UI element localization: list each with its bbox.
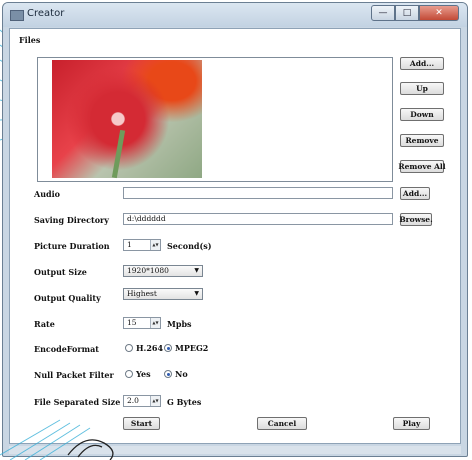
rate-label: Rate bbox=[34, 319, 55, 329]
output-quality-value: Highest bbox=[127, 289, 157, 298]
rate-value: 15 bbox=[127, 318, 137, 327]
maximize-icon: □ bbox=[402, 8, 412, 18]
audio-add-button[interactable]: Add... bbox=[400, 187, 430, 200]
flower-stem bbox=[111, 129, 126, 179]
rate-unit: Mpbs bbox=[167, 319, 192, 329]
radio-selected-icon bbox=[164, 344, 172, 352]
output-quality-select[interactable]: Highest ▼ bbox=[123, 288, 203, 300]
minimize-button[interactable]: — bbox=[371, 5, 395, 21]
picture-duration-label: Picture Duration bbox=[34, 241, 110, 251]
client-area: Files Add... Up Down Remove Remove All A… bbox=[9, 28, 461, 444]
null-packet-yes-radio[interactable]: Yes bbox=[125, 369, 151, 379]
radio-selected-icon bbox=[164, 370, 172, 378]
encode-format-label: EncodeFormat bbox=[34, 344, 99, 354]
null-packet-no-radio[interactable]: No bbox=[164, 369, 188, 379]
radio-icon bbox=[125, 370, 133, 378]
files-label: Files bbox=[19, 35, 41, 45]
title-bar[interactable]: Creator — □ ✕ bbox=[3, 3, 467, 27]
cancel-button[interactable]: Cancel bbox=[257, 417, 307, 430]
rate-stepper[interactable]: 15 ▲▼ bbox=[123, 317, 161, 329]
files-remove-all-button[interactable]: Remove All bbox=[398, 160, 446, 173]
picture-duration-stepper[interactable]: 1 ▲▼ bbox=[123, 239, 161, 251]
creator-window: Creator — □ ✕ Files Add... Up Down Remov… bbox=[2, 2, 468, 457]
encode-format-h264-label: H.264 bbox=[136, 343, 164, 353]
chevron-down-icon: ▼ bbox=[194, 267, 199, 274]
audio-input[interactable] bbox=[123, 187, 393, 199]
close-icon: ✕ bbox=[435, 8, 443, 18]
files-down-button[interactable]: Down bbox=[400, 108, 444, 121]
radio-icon bbox=[125, 344, 133, 352]
spin-arrows-icon[interactable]: ▲▼ bbox=[150, 240, 160, 250]
encode-format-mpeg2-radio[interactable]: MPEG2 bbox=[164, 343, 208, 353]
image-thumbnail[interactable] bbox=[52, 60, 202, 179]
output-size-select[interactable]: 1920*1080 ▼ bbox=[123, 265, 203, 277]
play-button[interactable]: Play bbox=[393, 417, 430, 430]
app-icon bbox=[10, 10, 24, 21]
null-packet-filter-label: Null Packet Filter bbox=[34, 370, 114, 380]
null-packet-yes-label: Yes bbox=[136, 369, 151, 379]
output-size-value: 1920*1080 bbox=[127, 266, 169, 275]
maximize-button[interactable]: □ bbox=[395, 5, 419, 21]
browse-button[interactable]: Browse. bbox=[399, 213, 433, 226]
null-packet-no-label: No bbox=[175, 369, 188, 379]
files-add-button[interactable]: Add... bbox=[400, 57, 444, 70]
output-quality-label: Output Quality bbox=[34, 293, 101, 303]
files-remove-button[interactable]: Remove bbox=[400, 134, 444, 147]
output-size-label: Output Size bbox=[34, 267, 87, 277]
decorative-film-reel bbox=[0, 419, 114, 460]
encode-format-h264-radio[interactable]: H.264 bbox=[125, 343, 163, 353]
chevron-down-icon: ▼ bbox=[194, 290, 199, 297]
minimize-icon: — bbox=[378, 8, 388, 18]
saving-directory-label: Saving Directory bbox=[34, 215, 109, 225]
window-title: Creator bbox=[27, 8, 65, 19]
picture-duration-value: 1 bbox=[127, 240, 132, 249]
file-separated-size-unit: G Bytes bbox=[167, 397, 202, 407]
files-up-button[interactable]: Up bbox=[400, 82, 444, 95]
picture-duration-unit: Second(s) bbox=[167, 241, 212, 251]
files-list[interactable] bbox=[37, 57, 393, 182]
encode-format-mpeg2-label: MPEG2 bbox=[175, 343, 209, 353]
spin-arrows-icon[interactable]: ▲▼ bbox=[150, 318, 160, 328]
spin-arrows-icon[interactable]: ▲▼ bbox=[150, 396, 160, 406]
audio-label: Audio bbox=[34, 189, 60, 199]
close-button[interactable]: ✕ bbox=[419, 5, 459, 21]
saving-directory-input[interactable]: d:\dddddd bbox=[123, 213, 393, 225]
